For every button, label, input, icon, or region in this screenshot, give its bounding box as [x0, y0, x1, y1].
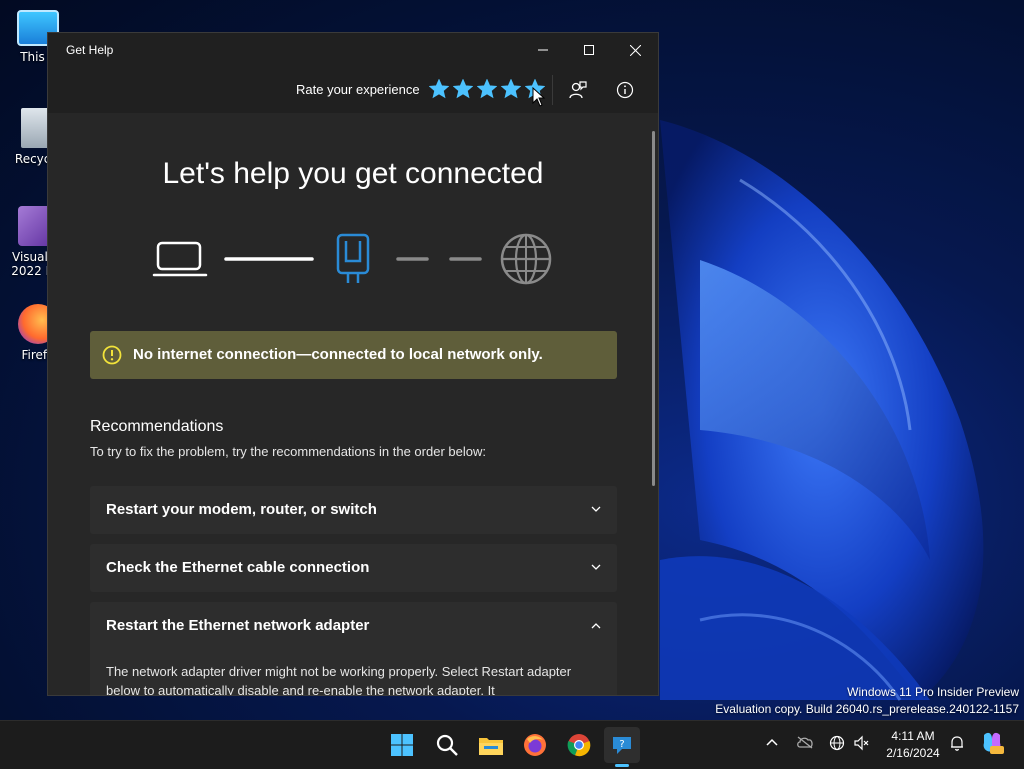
feedback-button[interactable]: [563, 71, 593, 109]
globe-icon: [500, 233, 552, 285]
taskbar: ? 4:11 AM 2/16/2024: [0, 720, 1024, 769]
connection-diagram: [152, 233, 552, 285]
network-globe-icon[interactable]: [829, 735, 845, 751]
close-button[interactable]: [612, 33, 658, 67]
start-button[interactable]: [384, 727, 420, 763]
window-title: Get Help: [66, 43, 114, 57]
recommendation-title: Check the Ethernet cable connection: [106, 559, 370, 576]
watermark-line-1: Windows 11 Pro Insider Preview: [847, 685, 1019, 699]
folder-icon: [479, 738, 503, 755]
ethernet-adapter-icon: [336, 233, 370, 283]
copilot-icon[interactable]: [980, 731, 1004, 755]
volume-muted-icon[interactable]: [853, 735, 869, 751]
file-explorer-button[interactable]: [473, 727, 509, 763]
get-help-window: Get Help Rate your experience Let's help…: [47, 32, 659, 696]
connection-status-alert: No internet connection—connected to loca…: [90, 331, 617, 379]
clock-date: 2/16/2024: [886, 746, 940, 760]
warning-circle-icon: [102, 345, 122, 365]
star-rating[interactable]: [429, 79, 545, 99]
minimize-button[interactable]: [520, 33, 566, 67]
chevron-down-icon: [591, 506, 601, 512]
svg-text:?: ?: [619, 739, 624, 750]
feedback-person-icon: [569, 81, 587, 99]
notification-bell-icon[interactable]: [949, 735, 965, 751]
minimize-icon: [538, 49, 548, 51]
evaluation-watermark: Windows 11 Pro Insider Preview Evaluatio…: [715, 684, 1019, 718]
star-icon[interactable]: [453, 79, 473, 99]
laptop-icon: [152, 241, 208, 277]
get-help-taskbar-button[interactable]: ?: [604, 727, 640, 763]
active-app-indicator: [615, 764, 629, 767]
cloud-offline-icon[interactable]: [796, 735, 814, 749]
rate-experience-label: Rate your experience: [296, 82, 420, 97]
info-button[interactable]: [610, 71, 640, 109]
windows-logo-icon: [391, 734, 413, 756]
chrome-icon: [567, 734, 591, 757]
system-clock[interactable]: 4:11 AM 2/16/2024: [880, 728, 946, 762]
recommendation-restart-modem[interactable]: Restart your modem, router, or switch: [90, 486, 617, 534]
get-help-icon: ?: [613, 737, 631, 754]
firefox-button[interactable]: [517, 727, 553, 763]
recommendation-title: Restart the Ethernet network adapter: [106, 617, 370, 634]
chevron-up-icon[interactable]: [765, 735, 779, 749]
search-icon: [436, 734, 458, 756]
mouse-cursor-icon: [532, 87, 546, 107]
alert-message: No internet connection—connected to loca…: [133, 346, 543, 363]
search-button[interactable]: [429, 727, 465, 763]
recommendation-check-cable[interactable]: Check the Ethernet cable connection: [90, 544, 617, 592]
rating-toolbar: Rate your experience: [48, 67, 658, 113]
clock-time: 4:11 AM: [891, 729, 935, 743]
recommendations-title: Recommendations: [90, 418, 224, 435]
page-heading: Let's help you get connected: [162, 157, 544, 190]
maximize-icon: [584, 45, 594, 55]
toolbar-divider: [552, 75, 553, 105]
star-icon[interactable]: [429, 79, 449, 99]
recommendations-description: To try to fix the problem, try the recom…: [90, 444, 486, 459]
info-icon: [616, 81, 634, 99]
star-icon[interactable]: [501, 79, 521, 99]
star-icon[interactable]: [477, 79, 497, 99]
chrome-button[interactable]: [561, 727, 597, 763]
recommendation-title: Restart your modem, router, or switch: [106, 501, 377, 518]
title-bar[interactable]: Get Help: [48, 33, 658, 67]
watermark-line-2: Evaluation copy. Build 26040.rs_prerelea…: [715, 702, 1019, 716]
maximize-button[interactable]: [566, 33, 612, 67]
content-pane: Let's help you get connected No internet…: [48, 113, 658, 696]
chevron-up-icon: [591, 623, 601, 629]
close-icon: [629, 44, 641, 56]
recommendation-body: The network adapter driver might not be …: [106, 664, 572, 696]
chevron-down-icon: [591, 564, 601, 570]
recommendation-restart-adapter[interactable]: Restart the Ethernet network adapter The…: [90, 602, 617, 696]
firefox-icon: [524, 734, 546, 756]
